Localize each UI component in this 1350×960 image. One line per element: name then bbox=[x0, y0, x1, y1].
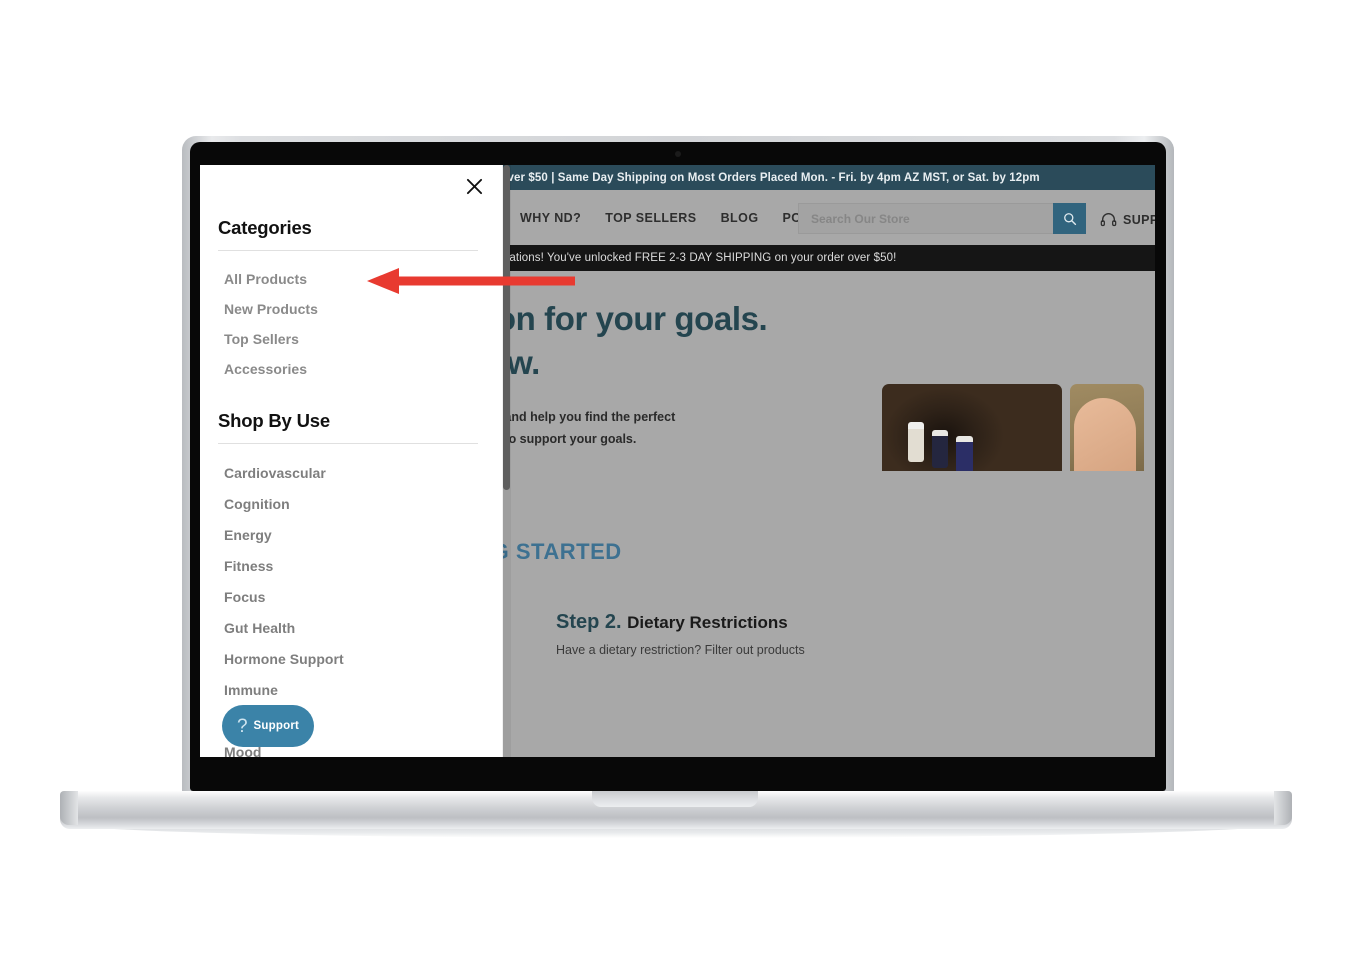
menu-item-focus[interactable]: Focus bbox=[218, 581, 485, 612]
support-widget-label: Support bbox=[253, 720, 300, 732]
magnifier-icon bbox=[1063, 212, 1076, 225]
step-2-heading: Step 2. Dietary Restrictions bbox=[556, 611, 956, 634]
menu-item-fitness[interactable]: Fitness bbox=[218, 550, 485, 581]
close-menu-button[interactable] bbox=[461, 173, 487, 199]
nav-link-top-sellers[interactable]: TOP SELLERS bbox=[605, 211, 696, 225]
webcam-dot bbox=[675, 151, 681, 157]
headset-icon bbox=[1100, 213, 1117, 227]
search-submit-button[interactable] bbox=[1053, 203, 1086, 234]
laptop-foot-left bbox=[60, 791, 78, 825]
close-icon bbox=[466, 178, 482, 194]
menu-heading-shop-by-use: Shop By Use bbox=[218, 410, 478, 444]
nav-link-why-nd[interactable]: WHY ND? bbox=[520, 211, 581, 225]
menu-item-accessories[interactable]: Accessories bbox=[218, 354, 485, 384]
step-2-number: Step 2. bbox=[556, 611, 622, 633]
menu-item-immune[interactable]: Immune bbox=[218, 674, 485, 705]
laptop-base-notch bbox=[592, 791, 758, 807]
support-chat-widget[interactable]: ? Support bbox=[222, 705, 314, 747]
laptop-foot-right bbox=[1274, 791, 1292, 825]
photo-bottle-detail bbox=[956, 436, 973, 474]
getting-started-step-2: Step 2. Dietary Restrictions Have a diet… bbox=[556, 611, 956, 657]
question-mark-icon: ? bbox=[236, 715, 248, 737]
menu-item-energy[interactable]: Energy bbox=[218, 519, 485, 550]
categories-menu-panel: Categories All Products New Products Top… bbox=[200, 165, 503, 757]
menu-item-new-products[interactable]: New Products bbox=[218, 294, 485, 324]
menu-item-top-sellers[interactable]: Top Sellers bbox=[218, 324, 485, 354]
menu-content: Categories All Products New Products Top… bbox=[200, 217, 503, 757]
search-bar bbox=[798, 203, 1086, 234]
menu-item-gut-health[interactable]: Gut Health bbox=[218, 612, 485, 643]
menu-item-cognition[interactable]: Cognition bbox=[218, 488, 485, 519]
laptop-screen: Free 2-3 Day Shipping On Orders Over $50… bbox=[200, 165, 1155, 757]
free-shipping-text: Congratulations! You've unlocked FREE 2-… bbox=[458, 252, 897, 264]
menu-heading-categories: Categories bbox=[218, 217, 478, 251]
menu-list-categories: All Products New Products Top Sellers Ac… bbox=[218, 264, 485, 384]
website-viewport: Free 2-3 Day Shipping On Orders Over $50… bbox=[200, 165, 1155, 757]
step-2-name: Dietary Restrictions bbox=[627, 613, 788, 632]
page-scrollbar-thumb[interactable] bbox=[503, 165, 510, 490]
menu-item-cardiovascular[interactable]: Cardiovascular bbox=[218, 457, 485, 488]
search-input[interactable] bbox=[798, 203, 1053, 234]
laptop-mockup: Free 2-3 Day Shipping On Orders Over $50… bbox=[0, 0, 1350, 960]
menu-item-hormone-support[interactable]: Hormone Support bbox=[218, 643, 485, 674]
menu-item-all-products[interactable]: All Products bbox=[218, 264, 485, 294]
nav-support-label: SUPPORT bbox=[1123, 212, 1155, 227]
step-2-description: Have a dietary restriction? Filter out p… bbox=[556, 643, 805, 657]
nav-link-blog[interactable]: BLOG bbox=[721, 211, 759, 225]
nav-support-link[interactable]: SUPPORT bbox=[1100, 212, 1155, 227]
